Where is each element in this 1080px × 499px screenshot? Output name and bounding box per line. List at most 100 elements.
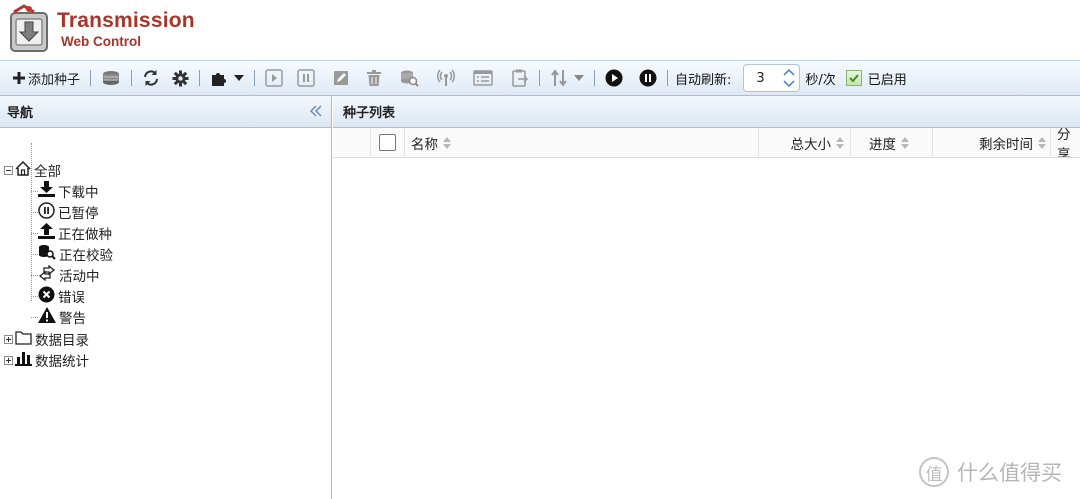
tree-label-paused: 已暂停 [58,206,99,222]
tree-guide-line [31,254,38,255]
tree-node-warning[interactable]: 警告 [38,307,86,327]
column-label-progress: 进度 [869,136,896,153]
start-all-button[interactable] [602,66,626,90]
refresh-button[interactable] [139,66,163,90]
delete-icon [367,70,382,86]
tree-node-error[interactable]: 错误 [38,286,85,306]
rename-button[interactable] [330,66,352,90]
tree-guide-line [31,191,38,192]
add-torrent-label: 添加种子 [28,72,81,88]
tree-node-downloading[interactable]: 下载中 [38,181,99,201]
pause-all-icon [639,69,657,87]
expand-toggle-icon[interactable] [4,334,13,344]
tree-guide-line [31,317,38,318]
plus-icon [13,72,25,84]
toolbar-divider [131,70,133,86]
tree-node-statistics[interactable]: 数据统计 [4,350,89,370]
remove-data-button[interactable] [98,66,124,90]
verify-button[interactable] [396,66,422,90]
tree-node-seeding[interactable]: 正在做种 [38,223,112,243]
sort-icon [836,136,844,149]
folder-icon [15,330,32,349]
tree-label-warning: 警告 [59,311,86,327]
column-label-size: 总大小 [790,136,832,153]
tree-node-active[interactable]: 活动中 [38,264,100,285]
stepper-arrows-icon[interactable] [781,66,797,90]
tree-guide-line [31,296,38,297]
toolbar-divider [667,70,669,86]
delete-button[interactable] [364,66,384,90]
settings-button[interactable] [169,66,192,90]
tree-node-folders[interactable]: 数据目录 [4,329,89,349]
tree-label-statistics: 数据统计 [35,354,89,370]
refresh-interval-stepper[interactable]: 3 [743,64,801,92]
tree-guide-line [31,275,38,276]
toolbar-divider [594,70,596,86]
pause-button[interactable] [294,66,318,90]
table-header: 名称 总大小 进度 剩余时间 分享 [333,128,1080,158]
torrent-list-header: 种子列表 [333,96,1080,128]
add-torrent-button[interactable]: 添加种子 [10,66,83,90]
verify-icon [38,244,56,264]
column-header-share[interactable]: 分享 [1051,128,1080,157]
watermark-text: 什么值得买 [957,461,1062,485]
auto-refresh-checkbox[interactable] [845,70,862,86]
properties-icon [473,70,493,86]
tree-label-active: 活动中 [59,269,100,285]
pause-icon [297,69,315,87]
interval-unit-label: 秒/次 [805,72,836,88]
column-label-name: 名称 [411,136,438,153]
enabled-label: 已启用 [867,72,907,88]
speed-limit-menu-button[interactable] [547,66,587,90]
tree-node-paused[interactable]: 已暂停 [38,201,99,222]
properties-button[interactable] [470,66,496,90]
column-label-remaining-time: 剩余时间 [979,136,1033,153]
warning-icon [38,307,56,327]
copy-path-button[interactable] [508,66,532,90]
transmission-logo-icon [8,4,50,54]
collapse-double-chevron-icon[interactable] [309,103,323,121]
active-icon [38,264,56,285]
error-icon [38,286,55,307]
column-header-size[interactable]: 总大小 [759,128,851,157]
tree-label-downloading: 下载中 [58,185,99,201]
sort-icon [443,136,451,149]
column-header-name[interactable]: 名称 [405,128,759,157]
select-all-checkbox[interactable] [379,134,396,151]
tree-label-seeding: 正在做种 [58,227,112,243]
toolbar-divider [539,70,541,86]
verify-icon [399,69,419,87]
chevron-down-icon [574,75,585,81]
select-all-column [371,128,405,157]
collapse-toggle-icon[interactable] [4,165,13,175]
plugins-menu-button[interactable] [207,66,247,90]
toolbar-divider [254,70,256,86]
column-header-remaining-time[interactable]: 剩余时间 [933,128,1051,157]
copy-path-icon [511,69,529,87]
sort-icon [901,136,909,149]
row-number-column [333,128,371,157]
toolbar: 添加种子 自动刷新: 3 秒/次 已启用 [0,60,1080,96]
reannounce-button[interactable] [434,66,458,90]
tree-guide-line [31,233,38,234]
torrent-list-panel: 种子列表 名称 总大小 进度 剩余时间 分享 [333,96,1080,499]
column-label-share: 分享 [1057,128,1071,157]
start-button[interactable] [262,66,286,90]
chevron-down-icon [234,75,245,81]
tree-node-all[interactable]: 全部 [4,160,61,180]
app-title: Transmission [57,9,195,32]
expand-toggle-icon[interactable] [4,355,13,365]
reannounce-icon [437,69,456,87]
auto-refresh-label: 自动刷新: [675,72,732,88]
sort-icon [1038,136,1046,149]
refresh-interval-value[interactable]: 3 [756,71,764,86]
download-icon [38,181,55,201]
toolbar-divider [90,70,92,86]
app-subtitle: Web Control [61,34,141,49]
tree-node-checking[interactable]: 正在校验 [38,244,113,264]
upload-icon [38,223,55,243]
nav-header: 导航 [0,96,331,128]
watermark: 值 什么值得买 [919,457,1062,487]
column-header-progress[interactable]: 进度 [851,128,933,157]
pause-all-button[interactable] [636,66,660,90]
